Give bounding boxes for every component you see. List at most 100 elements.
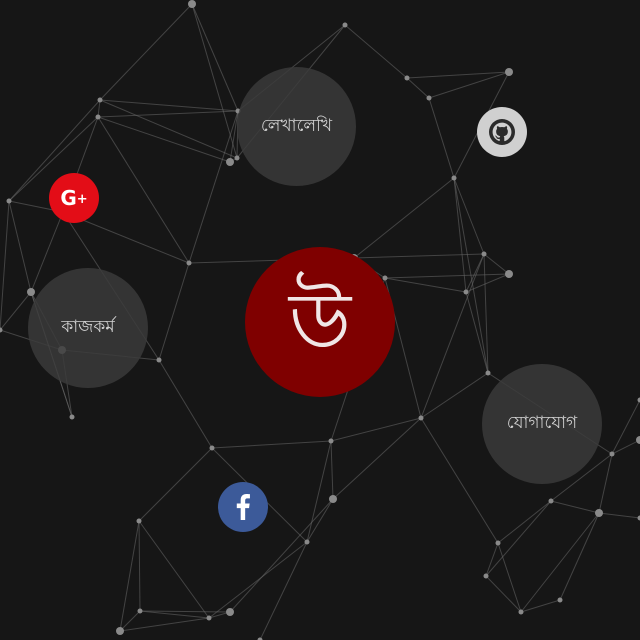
network-node [483,573,489,579]
network-edge [611,399,640,455]
network-node [0,327,3,333]
network-node [518,609,524,615]
github-link[interactable] [477,107,527,157]
network-edge [550,500,600,514]
network-node [137,608,143,614]
network-node [426,95,432,101]
network-node [481,251,487,257]
network-edge [138,520,210,619]
google-plus-link[interactable]: G+ [49,173,99,223]
network-edge [559,512,600,601]
network-edge [420,372,489,419]
network-node [328,438,334,444]
network-edge [191,3,239,112]
network-edge [497,500,552,544]
network-edge [158,359,213,449]
network-node [116,627,124,635]
network-edge [158,262,190,361]
network-node [505,68,513,76]
network-node [27,288,35,296]
network-edge [483,253,510,275]
network-node [69,414,75,420]
network-edge [99,3,193,101]
network-edge [353,177,455,259]
network-node [548,498,554,504]
brand-logo-button[interactable]: উ [245,247,395,397]
network-edge [259,541,308,640]
nav-work-bubble[interactable]: কাজকর্ম [28,268,148,388]
network-node [95,114,101,120]
nav-writing-label: লেখালেখি [260,115,333,136]
network-edge [0,291,32,331]
network-edge [211,440,332,449]
network-edge [139,610,231,613]
facebook-icon [236,494,250,520]
network-edge [97,116,231,163]
network-edge [420,253,485,419]
network-edge [97,116,190,264]
network-node [226,158,234,166]
network-edge [485,575,522,613]
network-node [226,608,234,616]
network-edge [353,253,485,259]
network-node [234,155,240,161]
network-node [418,415,424,421]
network-edge [330,417,422,442]
facebook-link[interactable] [218,482,268,532]
network-node [557,597,563,603]
nav-work-label: কাজকর্ম [61,317,115,337]
nav-writing-bubble[interactable]: লেখালেখি [237,67,356,186]
network-edge [97,110,239,118]
network-edge [138,520,141,612]
network-edge [485,542,499,577]
network-edge [598,512,640,519]
network-edge [332,417,422,500]
network-edge [99,99,238,159]
nav-contact-label: যোগাযোগ [506,413,578,433]
network-node [329,495,337,503]
network-edge [306,498,334,543]
network-edge [0,200,10,331]
network-edge [497,542,522,613]
network-edge [344,24,408,79]
network-edge [191,3,238,159]
landing-page: লেখালেখি কাজকর্ম যোগাযোগ উ G+ [0,0,640,640]
network-node [463,289,469,295]
network-edge [138,447,213,522]
network-node [382,275,388,281]
network-edge [384,277,467,293]
network-edge [330,440,334,500]
brand-letter: উ [288,275,352,368]
network-node [97,97,103,103]
network-node [404,75,410,81]
network-node [451,175,457,181]
network-node [485,370,491,376]
network-edge [99,99,239,112]
network-edge [119,617,210,632]
network-node [156,357,162,363]
network-edge [8,200,32,293]
network-node [188,0,196,8]
network-node [495,540,501,546]
network-node [186,260,192,266]
network-edge [306,440,332,543]
network-edge [188,110,239,264]
network-edge [520,512,600,613]
network-node [505,270,513,278]
network-edge [406,77,430,99]
network-node [342,22,348,28]
network-node [595,509,603,517]
network-edge [384,273,510,279]
network-node [206,615,212,621]
network-edge [520,599,561,613]
github-icon [489,119,515,145]
network-edge [465,291,489,374]
network-node [209,445,215,451]
network-edge [611,439,640,455]
network-node [304,539,310,545]
network-node [6,198,12,204]
network-edge [208,541,308,619]
nav-contact-bubble[interactable]: যোগাযোগ [482,364,602,484]
network-node [136,518,142,524]
google-plus-icon: G+ [60,186,88,210]
